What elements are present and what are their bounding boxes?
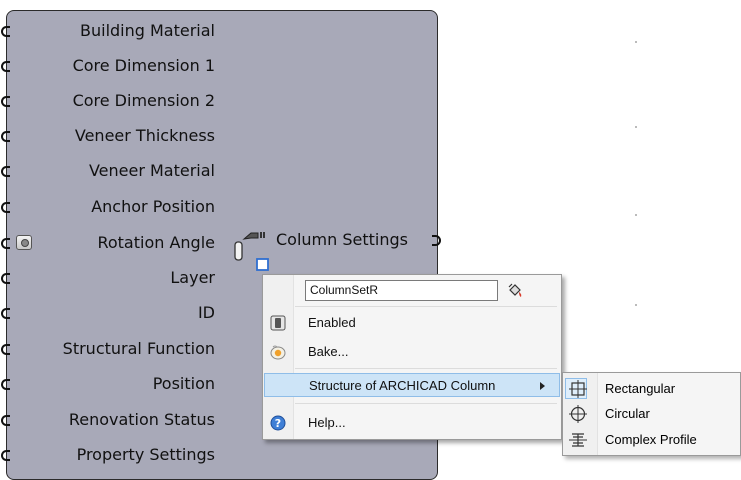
submenu-arrow-icon xyxy=(540,382,545,390)
help-icon: ? xyxy=(270,415,286,431)
menu-item-enabled[interactable]: Enabled xyxy=(263,311,561,335)
circular-profile-icon xyxy=(569,405,587,423)
submenu-item-rectangular[interactable]: Rectangular xyxy=(563,377,740,401)
input-param-building-material[interactable]: Building Material xyxy=(80,19,215,43)
input-grip[interactable] xyxy=(1,131,10,142)
input-grip[interactable] xyxy=(1,379,10,390)
menu-item-label: Help... xyxy=(308,415,346,430)
menu-item-label: Bake... xyxy=(308,344,349,359)
input-param-veneer-material[interactable]: Veneer Material xyxy=(89,159,215,183)
canvas-dot xyxy=(635,214,637,216)
context-menu: ColumnSetR Enabled Bake... Structure of … xyxy=(262,274,562,440)
menu-separator xyxy=(295,306,557,307)
menu-separator xyxy=(295,403,557,404)
input-param-structural-function[interactable]: Structural Function xyxy=(63,337,215,361)
complex-profile-icon xyxy=(569,431,587,449)
svg-text:?: ? xyxy=(275,417,281,430)
input-grip[interactable] xyxy=(1,450,10,461)
component-icon xyxy=(234,229,274,279)
submenu-item-circular[interactable]: Circular xyxy=(563,402,740,426)
menu-item-bake[interactable]: Bake... xyxy=(263,340,561,364)
enabled-checkbox-icon xyxy=(270,315,286,331)
input-param-veneer-thickness[interactable]: Veneer Thickness xyxy=(75,124,215,148)
input-grip[interactable] xyxy=(1,415,10,426)
submenu-item-label: Rectangular xyxy=(605,381,676,396)
input-param-rotation-angle[interactable]: Rotation Angle xyxy=(97,231,215,255)
input-param-renovation-status[interactable]: Renovation Status xyxy=(69,408,215,432)
input-grip[interactable] xyxy=(1,308,10,319)
menu-item-label: Enabled xyxy=(308,315,356,330)
input-grip[interactable] xyxy=(1,26,10,37)
bake-egg-icon xyxy=(270,344,286,360)
input-grip[interactable] xyxy=(1,202,10,213)
input-param-layer[interactable]: Layer xyxy=(170,266,215,290)
output-grip[interactable] xyxy=(432,235,441,246)
paint-bucket-icon[interactable] xyxy=(507,283,525,299)
submenu-item-label: Complex Profile xyxy=(605,432,697,447)
rectangular-profile-icon xyxy=(569,380,587,398)
input-param-core-dimension-1[interactable]: Core Dimension 1 xyxy=(73,54,215,78)
input-grip[interactable] xyxy=(1,96,10,107)
structure-submenu: Rectangular Circular Complex Profile xyxy=(562,372,741,456)
menu-item-label: Structure of ARCHICAD Column xyxy=(309,378,496,393)
input-param-position[interactable]: Position xyxy=(153,372,215,396)
output-param-column-settings[interactable]: Column Settings xyxy=(276,228,408,252)
persistent-data-icon[interactable] xyxy=(16,235,32,250)
input-param-core-dimension-2[interactable]: Core Dimension 2 xyxy=(73,89,215,113)
input-grip[interactable] xyxy=(1,238,10,249)
input-param-property-settings[interactable]: Property Settings xyxy=(77,443,215,467)
menu-item-structure-of-archicad-column[interactable]: Structure of ARCHICAD Column xyxy=(264,373,560,397)
canvas-dot xyxy=(635,126,637,128)
input-grip[interactable] xyxy=(1,61,10,72)
submenu-item-complex-profile[interactable]: Complex Profile xyxy=(563,428,740,452)
canvas-dot xyxy=(635,41,637,43)
menu-item-help[interactable]: ? Help... xyxy=(263,411,561,435)
input-grip[interactable] xyxy=(1,344,10,355)
canvas-dot xyxy=(635,304,637,306)
menu-separator xyxy=(295,368,557,369)
submenu-item-label: Circular xyxy=(605,406,650,421)
nickname-field[interactable]: ColumnSetR xyxy=(305,280,498,301)
input-param-anchor-position[interactable]: Anchor Position xyxy=(91,195,215,219)
input-grip[interactable] xyxy=(1,273,10,284)
input-param-id[interactable]: ID xyxy=(198,301,215,325)
input-grip[interactable] xyxy=(1,166,10,177)
